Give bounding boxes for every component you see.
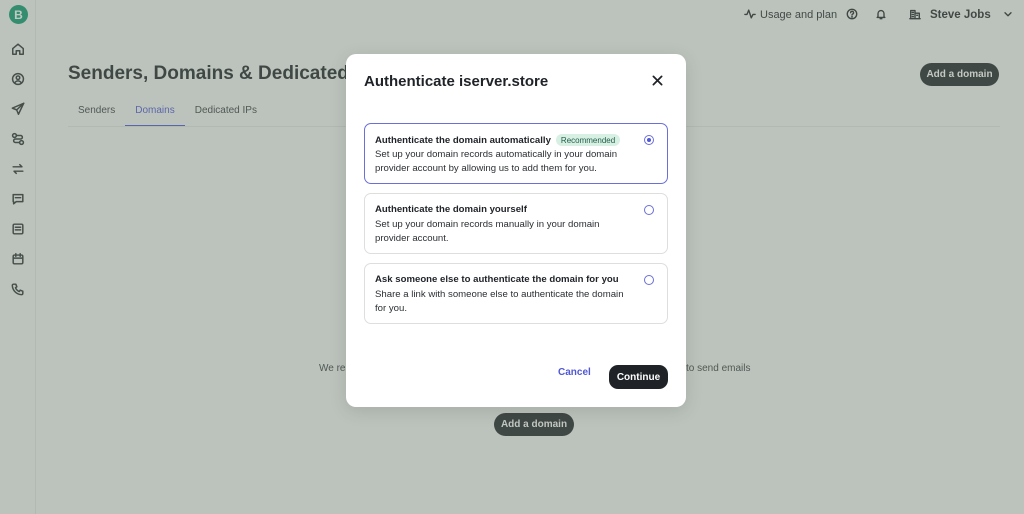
option-title-text: Authenticate the domain automatically	[375, 134, 551, 146]
option-title: Ask someone else to authenticate the dom…	[375, 274, 619, 285]
cancel-button[interactable]: Cancel	[558, 367, 591, 378]
radio-someone-else[interactable]	[644, 275, 654, 285]
option-description: Share a link with someone else to authen…	[375, 289, 624, 314]
option-automatic[interactable]: Authenticate the domain automatically Re…	[364, 123, 668, 184]
modal-title: Authenticate iserver.store	[364, 73, 549, 90]
app: B Usage and plan Steve Jobs Senders, Dom…	[0, 0, 1024, 514]
option-description: Set up your domain records manually in y…	[375, 219, 600, 244]
option-title: Authenticate the domain automatically Re…	[375, 134, 621, 146]
option-yourself[interactable]: Authenticate the domain yourself Set up …	[364, 193, 668, 254]
continue-button[interactable]: Continue	[609, 365, 668, 389]
authenticate-domain-modal: Authenticate iserver.store Authenticate …	[346, 54, 686, 407]
option-someone-else[interactable]: Ask someone else to authenticate the dom…	[364, 263, 668, 324]
close-button[interactable]	[649, 74, 665, 90]
radio-yourself[interactable]	[644, 205, 654, 215]
close-icon	[652, 73, 663, 91]
recommended-badge: Recommended	[555, 134, 621, 146]
option-title: Authenticate the domain yourself	[375, 204, 527, 215]
option-description: Set up your domain records automatically…	[375, 149, 618, 174]
radio-automatic[interactable]	[644, 135, 654, 145]
